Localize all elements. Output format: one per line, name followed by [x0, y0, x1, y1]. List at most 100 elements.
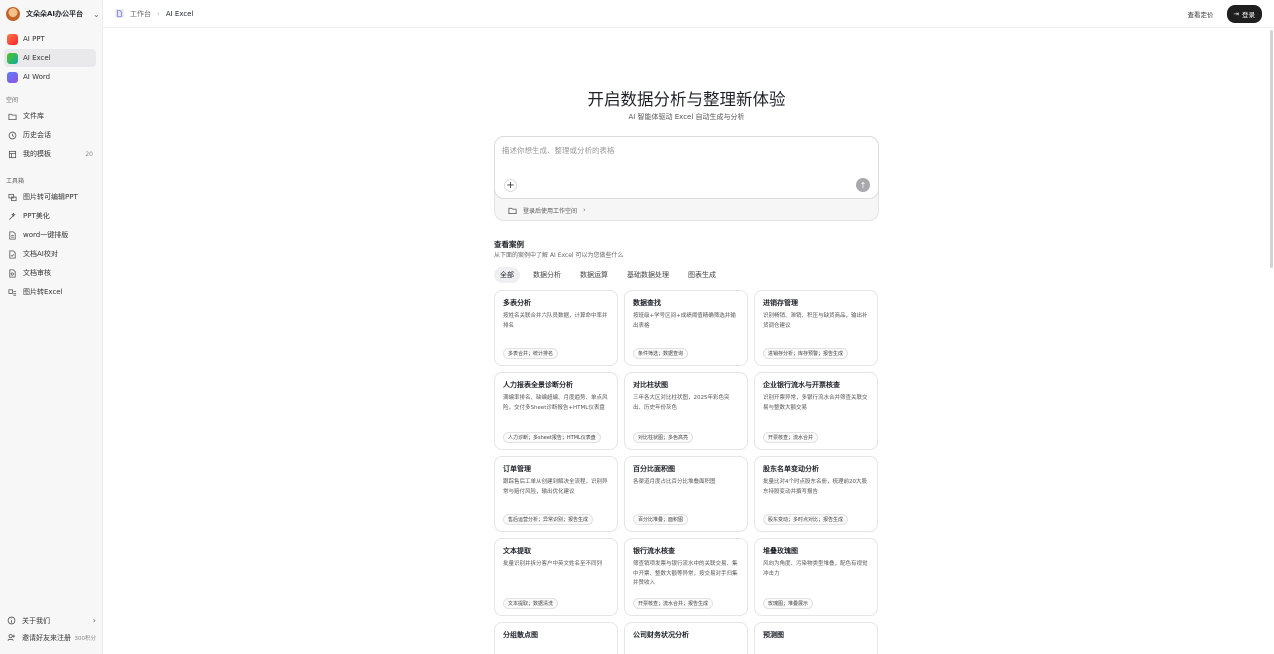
prompt-composer: + ↑ 登录后使用工作空间 ›: [494, 136, 879, 221]
case-card[interactable]: 百分比面积图 各渠道月度占比百分比堆叠面积图 百分比堆叠；面积图: [624, 456, 748, 532]
case-card-desc: 批量识别并拆分客户中英文姓名至不同列: [503, 561, 603, 567]
login-button[interactable]: ⇥ 登录: [1226, 4, 1262, 23]
sidebar-item-ppt-beautify[interactable]: PPT美化: [4, 207, 96, 225]
cases-subtitle: 从下面的案例中了解 AI Excel 可以为您做些什么: [494, 252, 624, 259]
case-card[interactable]: 进销存管理 识别畅销、滞销、积压与缺货商品，输出补货调仓建议 进销存分析；库存预…: [754, 290, 878, 366]
case-card-desc: 按班级+学号区间+成绩阈值精确筛选并输出表格: [633, 313, 736, 329]
case-card-title: 银行流水核查: [633, 547, 675, 555]
sidebar-item-label: 图片转可编辑PPT: [23, 193, 78, 201]
section-label-tools: 工具箱: [6, 178, 25, 185]
chevron-down-icon: ⌄: [93, 9, 100, 19]
case-card-title: 文本提取: [503, 547, 531, 555]
case-card[interactable]: 企业银行流水与开票核查 识别开票异常，多银行流水合并筛查关联交易与整数大额交易 …: [754, 372, 878, 450]
sidebar-item-label: 文档AI校对: [23, 250, 58, 258]
sidebar-item-image-to-ppt[interactable]: 图片转可编辑PPT: [4, 188, 96, 206]
ppt-app-icon: [7, 33, 18, 45]
sidebar-item-word-format[interactable]: word一键排版: [4, 226, 96, 244]
case-card-tag: 开票核查；流水合并: [763, 432, 819, 443]
case-card-title: 数据查找: [633, 299, 661, 307]
sidebar-item-label: 文件库: [23, 112, 44, 120]
tab-data-calculation[interactable]: 数据运算: [574, 267, 614, 283]
case-card[interactable]: 银行流水核查 筛查销项发票与银行流水中的关联交易、集中开票、整数大额等异常，按交…: [624, 538, 748, 616]
case-card-desc: 满编率排名、缺编超编、月度趋势、单点风险，交付多Sheet诊断报告+HTML仪表…: [503, 395, 608, 411]
sidebar-item-history[interactable]: 历史会话: [4, 126, 96, 144]
sidebar-item-doc-proofread[interactable]: 文档AI校对: [4, 245, 96, 263]
tab-basic-processing[interactable]: 基础数据处理: [621, 267, 675, 283]
sidebar-item-doc-review[interactable]: 文档审核: [4, 264, 96, 282]
image-excel-icon: [7, 287, 17, 297]
case-card-desc: 识别开票异常，多银行流水合并筛查关联交易与整数大额交易: [763, 395, 868, 411]
invite-label: 邀请好友来注册: [22, 633, 71, 642]
case-card[interactable]: 公司财务状况分析: [624, 622, 748, 654]
brand-switcher[interactable]: 文朵朵AI办公平台 ⌄: [0, 0, 102, 28]
scrollbar[interactable]: [1270, 30, 1273, 268]
page-subtitle: AI 智能体驱动 Excel 自动生成与分析: [628, 113, 745, 121]
template-icon: [7, 149, 17, 159]
sidebar-item-label: AI Word: [23, 73, 51, 81]
add-user-icon: [6, 633, 16, 643]
case-card-title: 股东名单变动分析: [763, 465, 819, 473]
prompt-input[interactable]: [502, 145, 862, 167]
breadcrumb-separator: ›: [157, 9, 160, 18]
invite-friends-link[interactable]: 邀请好友来注册 300积分: [0, 629, 102, 646]
case-card-title: 对比柱状图: [633, 381, 668, 389]
sidebar-item-ai-ppt[interactable]: AI PPT: [4, 30, 96, 48]
case-card-tag: 开票核查；流水合并；报告生成: [633, 598, 714, 609]
beautify-icon: [7, 211, 17, 221]
case-card-tag: 条件筛选；数据查询: [633, 348, 689, 359]
chevron-right-icon: ›: [583, 206, 586, 214]
case-card[interactable]: 股东名单变动分析 批量比对4个时点股东名册，梳理前20大股东持股变动并撰写报告 …: [754, 456, 878, 532]
breadcrumb-root[interactable]: 工作台: [130, 9, 151, 19]
main-content: 工作台 › AI Excel 查看定价 ⇥ 登录 开启数据分析与整理新体验 AI…: [103, 0, 1274, 654]
case-card[interactable]: 文本提取 批量识别并拆分客户中英文姓名至不同列 文本提取；数据清洗: [494, 538, 618, 616]
history-icon: [7, 130, 17, 140]
sidebar-item-my-templates[interactable]: 我的模板 20: [4, 145, 96, 163]
case-card[interactable]: 多表分析 按姓名关联合并六队员数据，计算命中率并排名 多表合并；统计排名: [494, 290, 618, 366]
sidebar-item-image-to-excel[interactable]: 图片转Excel: [4, 283, 96, 301]
document-icon: [7, 230, 17, 240]
sidebar-item-file-library[interactable]: 文件库: [4, 107, 96, 125]
case-card[interactable]: 预测图: [754, 622, 878, 654]
case-card-tag: 售后运营分析；异常识别；报告生成: [503, 514, 594, 525]
case-card[interactable]: 数据查找 按班级+学号区间+成绩阈值精确筛选并输出表格 条件筛选；数据查询: [624, 290, 748, 366]
case-card-tag: 百分比堆叠；面积图: [633, 514, 689, 525]
case-tabs: 全部 数据分析 数据运算 基础数据处理 图表生成: [494, 267, 722, 283]
sidebar-item-label: AI PPT: [23, 35, 45, 43]
sidebar-item-label: 图片转Excel: [23, 288, 63, 296]
word-app-icon: [7, 71, 18, 83]
case-card-title: 人力报表全景诊断分析: [503, 381, 573, 389]
chevron-right-icon: ›: [92, 616, 96, 625]
tab-all[interactable]: 全部: [494, 267, 520, 283]
tab-data-analysis[interactable]: 数据分析: [527, 267, 567, 283]
cases-title: 查看案例: [494, 240, 524, 249]
case-card[interactable]: 堆叠玫瑰图 风向为角度、污染物类型堆叠，配色有视觉冲击力 玫瑰图；堆叠展示: [754, 538, 878, 616]
attach-button[interactable]: +: [504, 179, 517, 192]
case-card[interactable]: 对比柱状图 三年各大区对比柱状图，2025年彩色突出、历史年份灰色 对比柱状图；…: [624, 372, 748, 450]
case-card-title: 预测图: [763, 631, 784, 639]
case-card-desc: 三年各大区对比柱状图，2025年彩色突出、历史年份灰色: [633, 395, 730, 411]
document-review-icon: [7, 268, 17, 278]
about-us-link[interactable]: 关于我们 ›: [0, 612, 102, 629]
page-title: 开启数据分析与整理新体验: [587, 90, 786, 109]
case-card-tag: 进销存分析；库存预警；报告生成: [763, 348, 849, 359]
excel-app-icon: [7, 52, 18, 64]
prompt-box: + ↑: [494, 136, 879, 199]
case-card-tag: 文本提取；数据清洗: [503, 598, 559, 609]
sidebar-item-label: 文档审核: [23, 269, 51, 277]
case-card[interactable]: 分组散点图: [494, 622, 618, 654]
case-card[interactable]: 订单管理 跟踪售后工单从创建到解决全流程，识别异常与赔付风险，输出优化建议 售后…: [494, 456, 618, 532]
login-icon: ⇥: [1233, 9, 1239, 18]
invite-points: 300积分: [74, 635, 97, 642]
tab-chart-generation[interactable]: 图表生成: [682, 267, 722, 283]
sidebar-item-label: PPT美化: [23, 212, 50, 220]
sidebar-item-ai-excel[interactable]: AI Excel: [4, 49, 96, 67]
case-card-title: 进销存管理: [763, 299, 798, 307]
case-card-title: 公司财务状况分析: [633, 631, 689, 639]
sidebar-item-ai-word[interactable]: AI Word: [4, 68, 96, 86]
send-button[interactable]: ↑: [856, 178, 870, 192]
pricing-button[interactable]: 查看定价: [1183, 6, 1219, 22]
workspace-login-hint[interactable]: 登录后使用工作空间 ›: [507, 205, 586, 215]
template-count: 20: [85, 150, 93, 158]
case-card[interactable]: 人力报表全景诊断分析 满编率排名、缺编超编、月度趋势、单点风险，交付多Sheet…: [494, 372, 618, 450]
case-card-tag: 对比柱状图；多色高亮: [633, 432, 694, 443]
